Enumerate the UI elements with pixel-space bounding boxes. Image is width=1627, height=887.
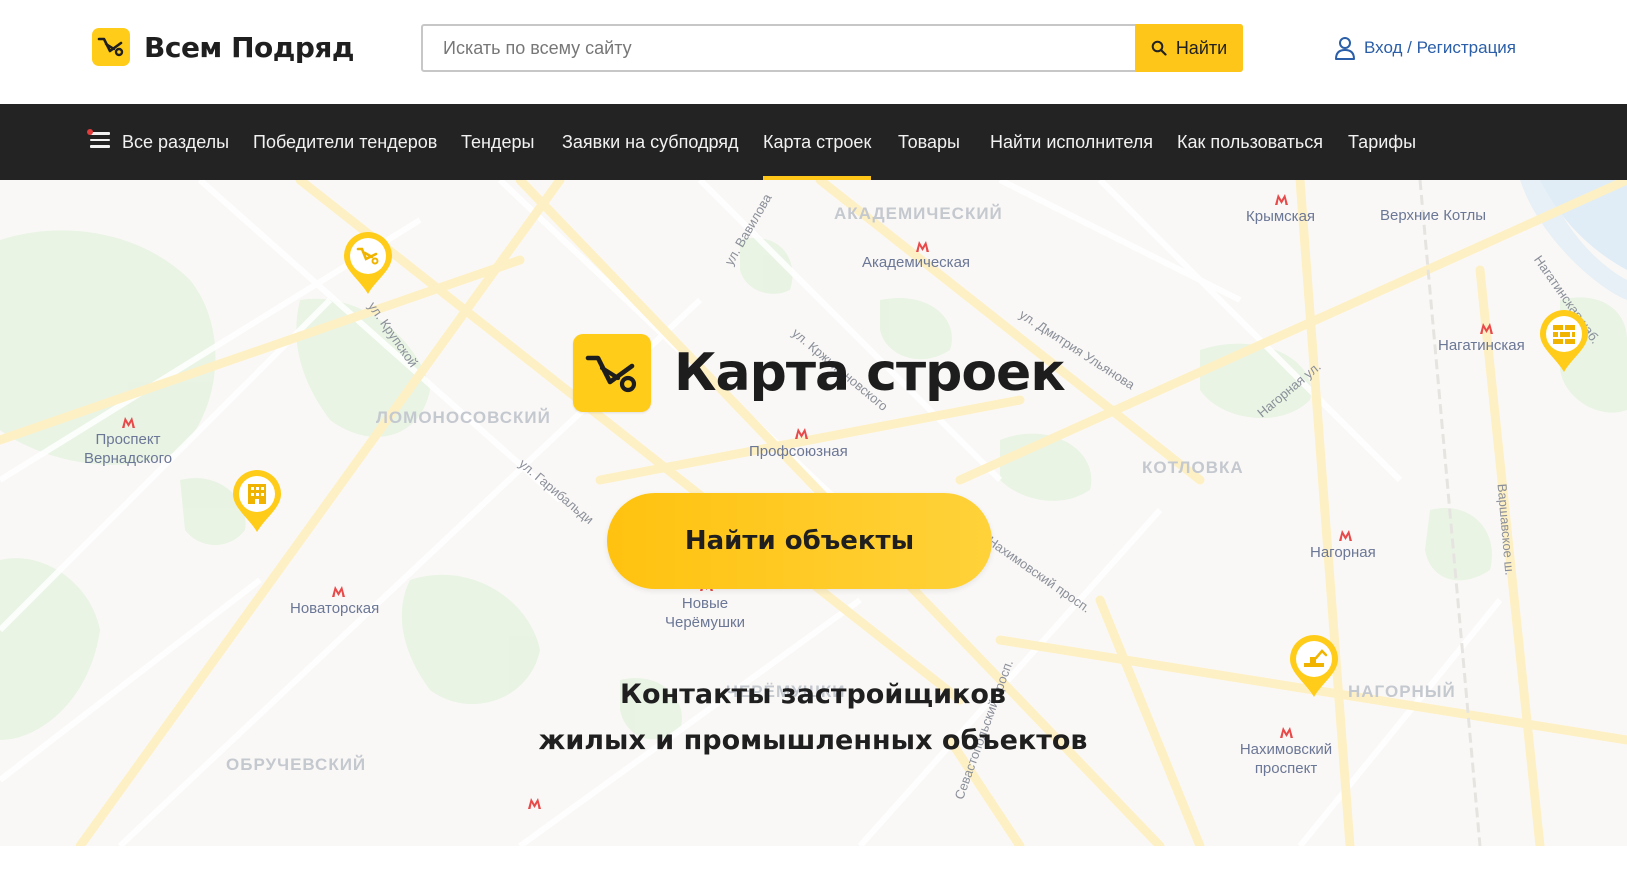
cart-pin-icon[interactable] <box>342 230 394 296</box>
nav-item-how-to-use[interactable]: Как пользоваться <box>1177 104 1323 180</box>
nav-label: Карта строек <box>763 132 872 152</box>
metro-icon <box>1280 727 1293 738</box>
metro-icon <box>1339 530 1352 541</box>
map-district-label: ЛОМОНОСОВСКИЙ <box>376 408 551 427</box>
building-pin-icon[interactable] <box>231 468 283 534</box>
find-objects-label: Найти объекты <box>684 526 915 556</box>
map-district-label: НАГОРНЫЙ <box>1348 682 1456 701</box>
nav-item-construction-map[interactable]: Карта строек <box>763 104 872 180</box>
search-bar: Найти <box>421 24 1243 72</box>
subtitle-line: жилых и промышленных объектов <box>538 725 1088 756</box>
metro-icon <box>528 798 541 809</box>
nav-item-find-contractor[interactable]: Найти исполнителя <box>990 104 1153 180</box>
metro-station-label: Нагорная <box>1310 544 1376 561</box>
hero-map: АКАДЕМИЧЕСКИЙ ЛОМОНОСОВСКИЙ КОТЛОВКА ЧЕР… <box>0 180 1627 846</box>
metro-station-label: Верхние Котлы <box>1380 207 1487 224</box>
notification-dot <box>87 129 93 135</box>
login-link[interactable]: Вход / Регистрация <box>1334 36 1516 60</box>
metro-station-label: Нагатинская <box>1438 337 1525 354</box>
nav-label: Заявки на субподряд <box>562 132 739 152</box>
search-input[interactable] <box>423 26 1135 70</box>
metro-icon <box>1275 194 1288 205</box>
bricks-pin-icon[interactable] <box>1538 308 1590 374</box>
site-logo[interactable]: Всем Подряд <box>92 28 354 66</box>
nav-label: Тарифы <box>1348 132 1417 152</box>
nav-item-tenders[interactable]: Тендеры <box>461 104 534 180</box>
metro-station-label: Проспект Вернадского <box>83 431 173 467</box>
menu-icon <box>87 129 110 148</box>
nav-label: Товары <box>898 132 960 152</box>
metro-icon <box>332 586 345 597</box>
header: Всем Подряд Найти Вход / Регистрация <box>0 0 1627 104</box>
nav-label: Найти исполнителя <box>990 132 1153 152</box>
nav-label: Все разделы <box>122 132 230 152</box>
nav-label: Победители тендеров <box>253 132 438 152</box>
login-label: Вход / Регистрация <box>1364 38 1517 57</box>
logo-text: Всем Подряд <box>144 30 354 64</box>
map-district-label: КОТЛОВКА <box>1142 458 1244 477</box>
hero-title: Карта строек <box>573 334 1066 412</box>
hero-subtitle: Контакты застройщиков жилых и промышленн… <box>413 672 1213 764</box>
find-objects-button[interactable]: Найти объекты <box>607 493 992 589</box>
user-icon <box>1335 37 1355 60</box>
map-district-label: ОБРУЧЕВСКИЙ <box>226 755 367 774</box>
search-icon <box>1151 40 1167 56</box>
search-button[interactable]: Найти <box>1135 24 1243 72</box>
metro-station-label: Академическая <box>862 254 971 271</box>
subtitle-line: Контакты застройщиков <box>619 679 1006 710</box>
nav-label: Как пользоваться <box>1177 132 1324 152</box>
metro-icon <box>122 417 135 428</box>
map-district-label: АКАДЕМИЧЕСКИЙ <box>834 204 1003 223</box>
metro-icon <box>1480 323 1493 334</box>
metro-station-label: Новаторская <box>290 600 380 617</box>
wheelbarrow-icon <box>573 334 651 412</box>
metro-icon <box>795 428 808 439</box>
metro-station-label: Нахимовский проспект <box>1239 741 1333 777</box>
nav-item-tender-winners[interactable]: Победители тендеров <box>253 104 437 180</box>
search-button-label: Найти <box>1175 37 1228 58</box>
nav-item-all-sections[interactable]: Все разделы <box>87 104 230 180</box>
main-nav: Все разделы Победители тендеров Тендеры … <box>0 104 1627 180</box>
nav-item-pricing[interactable]: Тарифы <box>1348 104 1416 180</box>
wheelbarrow-icon <box>92 28 130 66</box>
metro-station-label: Профсоюзная <box>749 443 848 460</box>
nav-item-goods[interactable]: Товары <box>898 104 960 180</box>
metro-icon <box>916 241 929 252</box>
metro-station-label: Новые Черёмушки <box>665 595 745 631</box>
nav-label: Тендеры <box>461 132 535 152</box>
excavator-pin-icon[interactable] <box>1288 633 1340 699</box>
metro-station-label: Крымская <box>1246 208 1316 225</box>
hero-title-text: Карта строек <box>674 343 1066 403</box>
nav-item-subcontract[interactable]: Заявки на субподряд <box>562 104 739 180</box>
